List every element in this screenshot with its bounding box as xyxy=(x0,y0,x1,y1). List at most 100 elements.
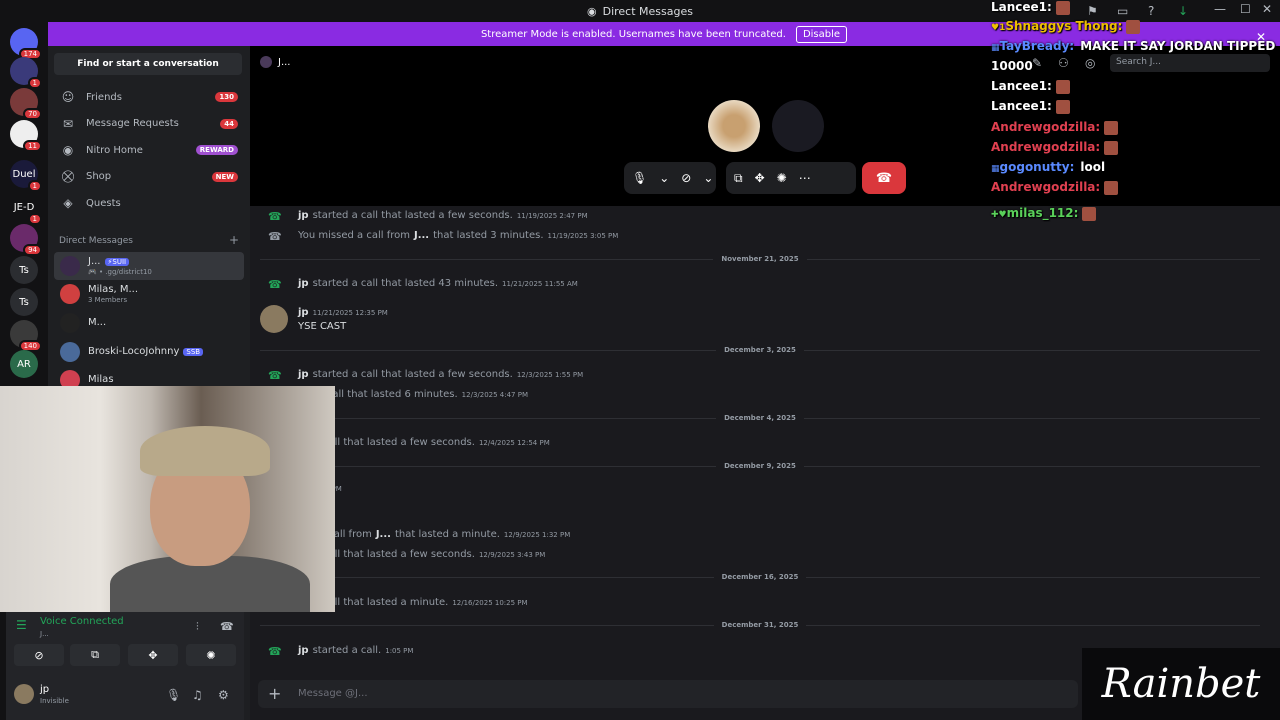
message-author[interactable]: jp xyxy=(298,645,309,656)
server-icon[interactable]: 1 xyxy=(10,57,42,89)
server-badge: 1 xyxy=(27,180,42,192)
chat-emote-icon xyxy=(1104,180,1119,195)
soundboard-icon[interactable]: ✺ xyxy=(777,171,787,185)
server-icon[interactable]: Ts xyxy=(10,288,38,316)
close-button[interactable]: ✕ xyxy=(1262,2,1272,16)
nav-item-quests[interactable]: ◈ Quests xyxy=(56,191,244,215)
dm-subtitle: 🎮 • .gg/district10 xyxy=(88,268,152,276)
server-icon[interactable]: JE-D 1 xyxy=(10,193,42,225)
activities-icon[interactable]: ✥ xyxy=(755,171,765,185)
nav-item-badge: NEW xyxy=(211,171,238,182)
message-author[interactable]: jp xyxy=(298,369,309,380)
chevron-down-icon[interactable]: ⌄ xyxy=(659,171,669,185)
stream-chat-line: ▦TayBready: MAKE IT SAY JORDAN TIPPED xyxy=(991,39,1275,53)
flag-icon[interactable]: ⚑ xyxy=(1087,4,1098,18)
hang-up-button[interactable]: ☎ xyxy=(862,162,906,194)
mic-icon[interactable]: 🎙 xyxy=(166,688,181,702)
pin-icon[interactable]: ✎ xyxy=(1032,56,1042,70)
window-title: Direct Messages xyxy=(602,4,693,18)
user-avatar[interactable] xyxy=(14,684,34,704)
headphones-icon[interactable]: ♫ xyxy=(192,688,203,702)
message-input[interactable]: Message @J... xyxy=(298,688,368,699)
help-icon[interactable]: ? xyxy=(1148,4,1154,18)
nav-item-friends[interactable]: ☺ Friends 130 xyxy=(56,85,244,109)
nitro-icon: ◉ xyxy=(62,143,74,157)
chat-username: Andrewgodzilla: xyxy=(991,120,1101,134)
camera-off-icon[interactable]: ⊘ xyxy=(681,171,691,185)
missed-call-icon: ☎ xyxy=(268,230,282,243)
server-badge: 11 xyxy=(23,140,42,152)
soundboard-button[interactable]: ✺ xyxy=(186,644,236,666)
stream-chat-line: 10000 xyxy=(991,59,1033,73)
chat-badge-icon: ▦ xyxy=(991,164,1000,174)
chat-username: milas_112: xyxy=(1006,206,1079,220)
dm-item[interactable]: Milas, M... 3 Members xyxy=(54,280,244,308)
mail-icon: ✉ xyxy=(62,116,74,131)
date-divider: November 21, 2025 xyxy=(260,255,1260,263)
dm-item[interactable]: Broski-LocoJohnny SSB xyxy=(54,338,244,366)
nav-item-shop[interactable]: ⛒ Shop NEW xyxy=(56,165,244,189)
phone-hangup-icon: ☎ xyxy=(875,170,893,186)
call-participant-avatar[interactable] xyxy=(772,100,824,152)
add-dm-button[interactable]: + xyxy=(229,234,239,246)
message-text: started a call. xyxy=(312,645,382,656)
voice-panel: ☰ Voice Connected J... ⫶ ☎ ⊘ ⧉ ✥ ✺ jp In… xyxy=(6,612,244,720)
date-divider: December 31, 2025 xyxy=(260,621,1260,629)
inbox-icon[interactable]: ▭ xyxy=(1117,4,1128,18)
dm-name-row: J... ⚡SUII xyxy=(88,256,152,268)
message-author[interactable]: jp xyxy=(298,210,309,221)
message-author[interactable]: jp xyxy=(298,278,309,289)
server-icon[interactable]: Duel 1 xyxy=(10,160,42,192)
mic-icon[interactable]: 🎙 xyxy=(632,171,647,185)
server-icon[interactable]: 174 xyxy=(10,28,42,60)
chat-username: gogonutty: xyxy=(999,160,1075,174)
sponsor-logo: Rainbet xyxy=(1082,648,1280,720)
dm-subtitle: 3 Members xyxy=(88,296,128,304)
nav-item-nitro-home[interactable]: ◉ Nitro Home REWARD xyxy=(56,138,244,162)
screen-share-button[interactable]: ⧉ xyxy=(70,644,120,666)
settings-gear-icon[interactable]: ⚙ xyxy=(218,688,229,702)
more-icon[interactable]: ⋯ xyxy=(799,171,811,185)
attach-plus-icon[interactable]: + xyxy=(268,684,281,703)
chat-emote-icon xyxy=(1055,99,1070,114)
screen-share-icon[interactable]: ⧉ xyxy=(734,171,743,186)
server-icon[interactable]: 94 xyxy=(10,224,42,256)
chat-username: Lancee1: xyxy=(991,79,1052,93)
activities-button[interactable]: ✥ xyxy=(128,644,178,666)
camera-off-button[interactable]: ⊘ xyxy=(14,644,64,666)
date-divider: December 16, 2025 xyxy=(260,573,1260,581)
user-name[interactable]: jp xyxy=(40,684,49,695)
voice-channel-label[interactable]: J... xyxy=(40,630,49,638)
add-friend-icon[interactable]: ⚇ xyxy=(1058,56,1069,70)
dm-name: J... xyxy=(88,256,101,267)
server-icon[interactable]: AR xyxy=(10,350,38,378)
server-icon[interactable]: 11 xyxy=(10,120,42,152)
download-icon[interactable]: ↓ xyxy=(1178,4,1188,18)
date-divider-label: November 21, 2025 xyxy=(713,255,807,263)
dm-item[interactable]: M... xyxy=(54,309,244,337)
disable-streamer-button[interactable]: Disable xyxy=(795,25,848,43)
server-icon[interactable]: 70 xyxy=(10,88,42,120)
nav-item-message-requests[interactable]: ✉ Message Requests 44 xyxy=(56,112,244,136)
nav-item-badge: REWARD xyxy=(195,145,238,155)
post-author[interactable]: jp xyxy=(298,307,309,318)
profile-icon[interactable]: ◎ xyxy=(1085,56,1095,70)
message-author[interactable]: J... xyxy=(376,529,391,540)
chat-badge-icon: ✚♥ xyxy=(991,210,1007,220)
message-author[interactable]: J... xyxy=(414,230,429,241)
dm-item[interactable]: J... ⚡SUII 🎮 • .gg/district10 xyxy=(54,252,244,280)
call-participant-avatar[interactable] xyxy=(708,100,760,152)
post-avatar[interactable] xyxy=(260,305,288,333)
disconnect-icon[interactable]: ☎ xyxy=(220,620,234,633)
server-icon[interactable]: Ts xyxy=(10,256,38,284)
dm-header: Direct Messages + xyxy=(59,234,239,246)
noise-suppression-icon[interactable]: ⫶ xyxy=(196,620,199,634)
minimize-button[interactable]: — xyxy=(1214,2,1226,16)
maximize-button[interactable]: ☐ xyxy=(1240,2,1251,16)
server-badge: 1 xyxy=(27,77,42,89)
find-conversation-button[interactable]: Find or start a conversation xyxy=(54,53,242,75)
dm-name: Milas xyxy=(88,374,114,385)
server-icon[interactable]: 140 xyxy=(10,320,42,352)
search-input[interactable]: Search J... xyxy=(1110,54,1270,72)
chevron-down-icon[interactable]: ⌄ xyxy=(703,171,713,185)
